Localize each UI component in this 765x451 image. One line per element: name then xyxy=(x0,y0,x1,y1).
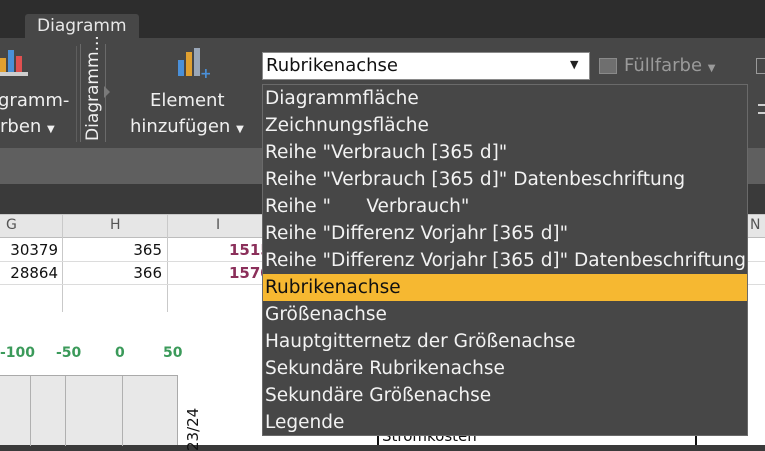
chart-styles-vertical-label: Diagramm... xyxy=(83,35,103,141)
gridline xyxy=(122,376,123,446)
dropdown-option[interactable]: Reihe "Verbrauch [365 d]" Datenbeschrift… xyxy=(263,166,747,193)
cell-g2[interactable]: 28864 xyxy=(0,262,58,284)
dropdown-option[interactable]: Reihe "Verbrauch [365 d]" xyxy=(263,139,747,166)
dropdown-option[interactable]: Reihe "Differenz Vorjahr [365 d]" xyxy=(263,220,747,247)
dropdown-option[interactable]: Reihe "Differenz Vorjahr [365 d]" Datenb… xyxy=(263,247,747,274)
gridline xyxy=(30,376,31,446)
add-element-label[interactable]: Element xyxy=(150,88,225,114)
fill-color-icon xyxy=(599,58,617,74)
tab-diagramm[interactable]: Diagramm xyxy=(25,14,139,38)
add-element-label-2[interactable]: hinzufügen ▼ xyxy=(130,114,244,143)
chart-element-select-value: Rubrikenachse xyxy=(266,55,398,76)
dropdown-option[interactable]: Sekundäre Rubrikenachse xyxy=(263,355,747,382)
column-divider xyxy=(62,214,63,312)
dropdown-option[interactable]: Sekundäre Größenachse xyxy=(263,382,747,409)
column-divider xyxy=(167,214,168,312)
x-tick-label: -100 xyxy=(0,345,36,361)
svg-text:+: + xyxy=(200,66,210,80)
gridline xyxy=(65,376,66,446)
dropdown-option[interactable]: Hauptgitternetz der Größenachse xyxy=(263,328,747,355)
chart-colors-label-2[interactable]: rben ▼ xyxy=(0,114,55,143)
expand-arrow-icon[interactable] xyxy=(104,86,110,98)
chevron-down-icon: ▼ xyxy=(570,58,579,71)
ribbon-overflow-icon[interactable] xyxy=(756,58,765,74)
column-header-i[interactable]: I xyxy=(216,214,220,236)
ribbon-separator xyxy=(76,46,77,142)
fill-color-label: Füllfarbe xyxy=(624,55,703,76)
column-header-n[interactable]: N xyxy=(750,214,760,236)
dropdown-option[interactable]: Zeichnungsfläche xyxy=(263,112,747,139)
add-chart-element-icon[interactable]: + xyxy=(176,46,212,82)
chevron-down-icon: ▼ xyxy=(47,124,55,135)
x-tick-label: 50 xyxy=(163,345,183,361)
chart-plot-area[interactable] xyxy=(0,375,178,446)
chart-styles-group[interactable]: Diagramm... xyxy=(80,35,106,142)
column-header-g[interactable]: G xyxy=(6,214,17,236)
dropdown-option[interactable]: Reihe " Verbrauch" xyxy=(263,193,747,220)
dropdown-option[interactable]: Rubrikenachse xyxy=(263,274,747,301)
fill-color-button[interactable]: Füllfarbe ▼ xyxy=(624,54,715,81)
chart-colors-label-text: rben xyxy=(0,116,42,137)
cell-g1[interactable]: 30379 xyxy=(0,239,58,261)
menu-lines-icon[interactable] xyxy=(758,104,765,114)
dropdown-option[interactable]: Größenachse xyxy=(263,301,747,328)
chevron-down-icon: ▼ xyxy=(236,124,244,135)
chevron-down-icon: ▼ xyxy=(707,63,716,74)
cell-h1[interactable]: 365 xyxy=(64,239,162,261)
dropdown-option[interactable]: Diagrammfläche xyxy=(263,85,747,112)
x-tick-label: 0 xyxy=(115,345,125,361)
x-tick-label: -50 xyxy=(56,345,82,361)
add-element-label-text: hinzufügen xyxy=(130,116,231,137)
dropdown-option[interactable]: Legende xyxy=(263,409,747,436)
chart-colors-icon[interactable] xyxy=(0,46,30,78)
column-header-h[interactable]: H xyxy=(110,214,121,236)
chart-colors-label[interactable]: gramm- xyxy=(0,88,69,114)
cell-h2[interactable]: 366 xyxy=(64,262,162,284)
chart-rotated-label: 23/24 xyxy=(184,407,202,451)
